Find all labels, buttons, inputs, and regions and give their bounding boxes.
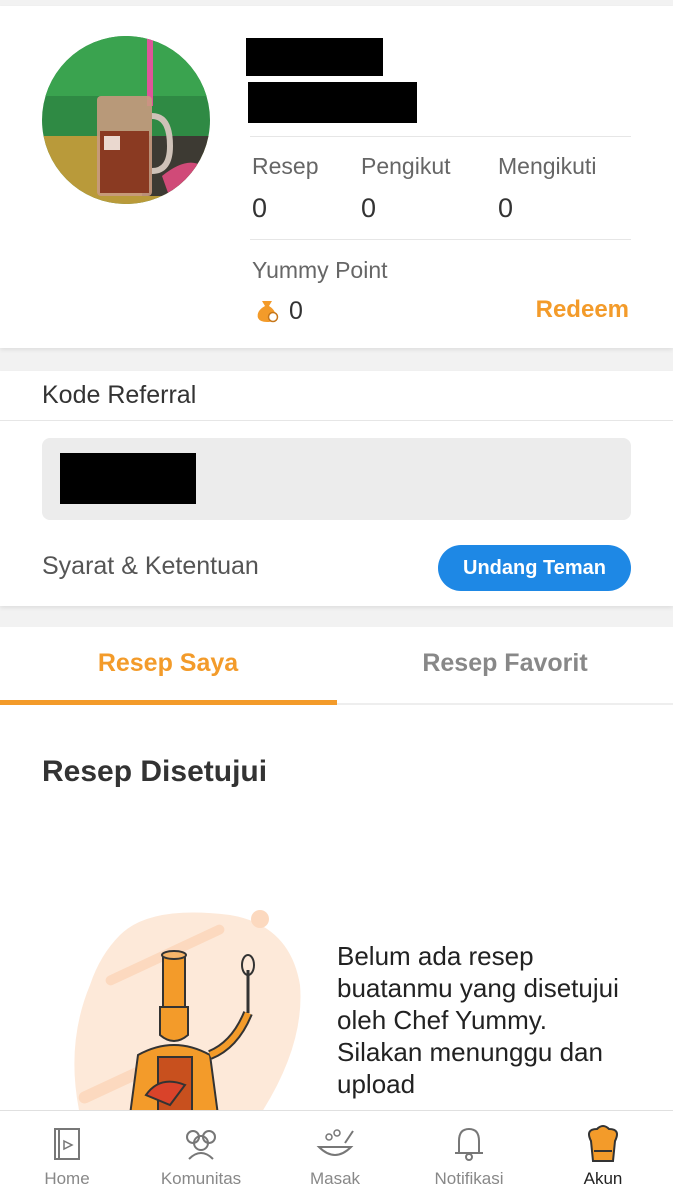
profile-card: Resep 0 Pengikut 0 Mengikuti 0 Yummy Poi… (0, 6, 673, 348)
nav-label-notifikasi: Notifikasi (434, 1169, 504, 1188)
divider (0, 420, 673, 421)
avatar-photo (42, 36, 210, 204)
bell-icon (455, 1127, 483, 1161)
stat-label-resep: Resep (252, 153, 319, 179)
stat-value-pengikut: 0 (361, 193, 377, 223)
recipe-content: Resep Disetujui Belum ada resep buatanmu… (0, 705, 673, 1110)
nav-item-akun[interactable]: Akun (536, 1111, 670, 1200)
tab-resep-saya[interactable]: Resep Saya (0, 627, 336, 705)
tab-resep-favorit[interactable]: Resep Favorit (337, 627, 673, 705)
stat-value-resep: 0 (252, 193, 268, 223)
nav-label-home: Home (44, 1169, 90, 1188)
redacted-username (248, 82, 417, 123)
redacted-referral-code (60, 453, 196, 504)
terms-link[interactable]: Syarat & Ketentuan (42, 552, 259, 581)
divider (250, 239, 631, 240)
nav-label-komunitas: Komunitas (160, 1169, 242, 1188)
referral-title: Kode Referral (42, 381, 197, 409)
chef-hat-icon (588, 1125, 618, 1162)
nav-item-home[interactable]: Home (0, 1111, 134, 1200)
nav-label-akun: Akun (583, 1169, 623, 1188)
nav-label-masak: Masak (309, 1169, 361, 1188)
money-bag-icon (254, 297, 280, 323)
bottom-nav: Home Komunitas Masak Notifikasi Akun (0, 1110, 673, 1200)
home-icon (54, 1128, 80, 1160)
nav-item-masak[interactable]: Masak (268, 1111, 402, 1200)
referral-code-box[interactable] (42, 438, 631, 520)
redacted-name (246, 38, 383, 76)
invite-friend-button[interactable]: Undang Teman (438, 545, 631, 591)
section-title: Resep Disetujui (42, 755, 268, 788)
avatar[interactable] (42, 36, 210, 204)
stat-label-pengikut: Pengikut (361, 153, 451, 179)
community-icon (186, 1130, 216, 1160)
points-label: Yummy Point (252, 257, 388, 283)
referral-card: Kode Referral Syarat & Ketentuan Undang … (0, 371, 673, 606)
nav-item-komunitas[interactable]: Komunitas (134, 1111, 268, 1200)
chef-illustration (74, 910, 301, 1110)
empty-state-message: Belum ada resep buatanmu yang disetujui … (337, 941, 619, 1099)
nav-item-notifikasi[interactable]: Notifikasi (402, 1111, 536, 1200)
tab-bar: Resep Saya Resep Favorit (0, 627, 673, 705)
divider (250, 136, 631, 137)
stat-value-mengikuti: 0 (498, 193, 514, 223)
redeem-button[interactable]: Redeem (536, 296, 629, 324)
points-value: 0 (289, 297, 303, 325)
cooking-icon (316, 1129, 354, 1156)
stat-label-mengikuti: Mengikuti (498, 153, 597, 179)
